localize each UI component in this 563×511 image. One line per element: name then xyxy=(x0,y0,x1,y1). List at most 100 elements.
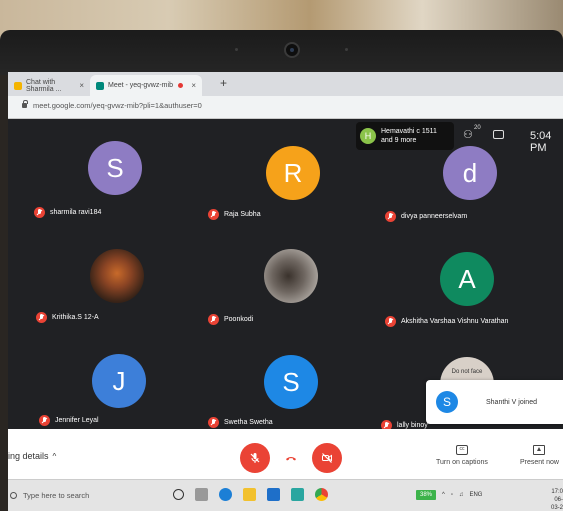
participant-avatar: S xyxy=(88,141,142,195)
phone-hangup-icon xyxy=(286,457,296,461)
end-call-button[interactable] xyxy=(276,443,306,473)
people-icon[interactable]: ⚇ 20 xyxy=(463,125,481,141)
meeting-details-label: ing details xyxy=(8,451,49,461)
cortana-icon[interactable] xyxy=(173,489,184,500)
tray-time: 17:0 xyxy=(551,489,563,495)
tab-chat[interactable]: Chat with Sharmila ... × xyxy=(8,75,90,96)
participant-avatar: J xyxy=(92,354,146,408)
edge-icon[interactable] xyxy=(219,488,232,501)
tab-label: Meet - yeq-gvwz-mib xyxy=(108,82,173,89)
meet-top-icons: ⚇ 20 xyxy=(463,125,504,141)
present-label: Present now xyxy=(520,459,559,466)
participant-name: Poonkodi xyxy=(224,316,254,323)
notification-line: Hemavathi c 1511 xyxy=(381,128,437,135)
participant-name: divya panneerselvam xyxy=(401,213,468,220)
file-explorer-icon[interactable] xyxy=(243,488,256,501)
participant-label: Jennifer Leyal xyxy=(39,415,99,426)
participant-label: Akshitha Varshaa Vishnu Varathan xyxy=(385,316,508,327)
taskbar-search[interactable]: Type here to search xyxy=(8,486,160,504)
mic-muted-icon xyxy=(385,211,396,222)
captions-icon: cc xyxy=(455,445,468,455)
app-l-icon[interactable] xyxy=(291,488,304,501)
close-tab-icon[interactable]: × xyxy=(79,81,84,90)
toast-text: Shanthi V joined xyxy=(486,398,537,406)
store-icon[interactable] xyxy=(267,488,280,501)
close-tab-icon[interactable]: × xyxy=(191,81,196,90)
system-tray: 38% ^ ▫ ♫ ENG xyxy=(416,490,482,500)
laptop-bezel xyxy=(0,30,563,75)
recording-indicator-icon xyxy=(178,83,184,88)
participant-name: sharmila ravi184 xyxy=(50,209,102,216)
participant-label: sharmila ravi184 xyxy=(34,207,101,218)
participant-avatar: d xyxy=(443,146,497,200)
participant-name: Akshitha Varshaa Vishnu Varathan xyxy=(401,318,509,325)
participant-name: lally binoy xyxy=(397,422,428,429)
chrome-icon[interactable] xyxy=(315,488,328,501)
battery-indicator[interactable]: 38% xyxy=(416,490,436,500)
volume-icon[interactable]: ♫ xyxy=(459,492,464,498)
tab-meet[interactable]: Meet - yeq-gvwz-mib × xyxy=(90,75,202,96)
meet-control-bar: ing details ^ cc Turn on captions Presen… xyxy=(8,429,563,479)
lock-icon xyxy=(22,100,28,108)
participant-label: Poonkodi xyxy=(208,314,253,325)
participant-avatar: S xyxy=(264,355,318,409)
join-notification[interactable]: H Hemavathi c 1511 and 9 more xyxy=(356,122,454,150)
participant-count: 20 xyxy=(474,125,481,131)
mic-muted-icon xyxy=(208,417,219,428)
participant-photo xyxy=(264,249,318,303)
chat-icon[interactable] xyxy=(492,130,504,139)
tab-label: Chat with Sharmila ... xyxy=(26,78,62,93)
language-indicator[interactable]: ENG xyxy=(469,492,482,498)
mic-muted-icon xyxy=(208,314,219,325)
mic-muted-icon xyxy=(385,316,396,327)
tray-clock[interactable]: 17:0 06-03-2 xyxy=(548,488,563,511)
camera-toggle-button[interactable] xyxy=(312,443,342,473)
participant-name: Swetha Swetha xyxy=(224,419,273,426)
new-tab-button[interactable]: + xyxy=(220,76,227,90)
taskbar-icons xyxy=(173,488,328,501)
mic-muted-icon xyxy=(208,209,219,220)
url-text[interactable]: meet.google.com/yeq-gvwz-mib?pli=1&authu… xyxy=(33,101,202,110)
notification-line: and 9 more xyxy=(381,137,417,144)
browser-tab-bar: Chat with Sharmila ... × Meet - yeq-gvwz… xyxy=(8,72,563,96)
meet-clock: 5:04 PM xyxy=(530,130,552,154)
participant-label: Swetha Swetha xyxy=(208,417,273,428)
participant-avatar: R xyxy=(266,146,320,200)
laptop-screen: Chat with Sharmila ... × Meet - yeq-gvwz… xyxy=(8,72,563,511)
mic-toggle-button[interactable] xyxy=(240,443,270,473)
bezel-dot xyxy=(345,48,348,51)
camera-off-icon xyxy=(322,453,332,463)
meet-favicon-icon xyxy=(96,81,104,90)
bezel-dot xyxy=(235,48,238,51)
search-icon xyxy=(10,491,17,499)
present-now-button[interactable]: Present now xyxy=(520,445,559,466)
toast-avatar: S xyxy=(436,391,458,413)
joined-toast: S Shanthi V joined xyxy=(426,380,563,424)
windows-taskbar: Type here to search 38% ^ ▫ ♫ ENG 17:0 0… xyxy=(8,479,563,511)
meeting-details-button[interactable]: ing details ^ xyxy=(8,451,56,461)
participant-label: Raja Subha xyxy=(208,209,261,220)
tray-up-arrow-icon[interactable]: ^ xyxy=(442,492,445,498)
mic-muted-icon xyxy=(39,415,50,426)
captions-label: Turn on captions xyxy=(436,459,488,466)
chat-favicon-icon xyxy=(14,81,22,90)
tray-date: 06-03-2 xyxy=(550,497,563,511)
participant-label: Krithika.S 12-A xyxy=(36,312,99,323)
search-placeholder: Type here to search xyxy=(23,490,90,500)
notification-avatar: H xyxy=(360,128,376,144)
address-bar[interactable]: meet.google.com/yeq-gvwz-mib?pli=1&authu… xyxy=(8,96,563,119)
notification-text: Hemavathi c 1511 and 9 more xyxy=(381,127,437,145)
participant-avatar: A xyxy=(440,252,494,306)
participant-name: Krithika.S 12-A xyxy=(52,314,99,321)
chevron-up-icon: ^ xyxy=(52,452,57,461)
task-view-icon[interactable] xyxy=(195,488,208,501)
participant-photo xyxy=(90,249,144,303)
mic-off-icon xyxy=(250,453,260,463)
network-icon[interactable]: ▫ xyxy=(451,492,453,498)
webcam xyxy=(284,42,300,58)
participant-label: divya panneerselvam xyxy=(385,211,467,222)
participant-name: Raja Subha xyxy=(224,211,261,218)
captions-button[interactable]: cc Turn on captions xyxy=(436,445,488,466)
present-icon xyxy=(533,445,546,455)
mic-muted-icon xyxy=(36,312,47,323)
